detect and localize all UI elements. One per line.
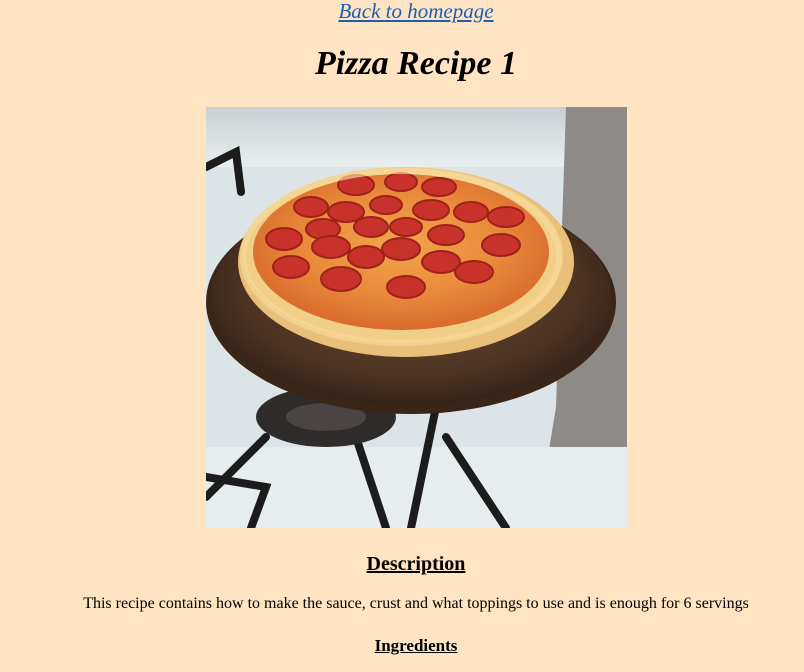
- ingredients-heading: Ingredients: [374, 636, 458, 655]
- description-text: This recipe contains how to make the sau…: [83, 595, 749, 612]
- back-to-homepage-link[interactable]: Back to homepage: [0, 0, 804, 25]
- pizza-photo: [206, 107, 627, 528]
- page-title: Pizza Recipe 1: [314, 45, 518, 82]
- description-heading: Description: [366, 553, 466, 575]
